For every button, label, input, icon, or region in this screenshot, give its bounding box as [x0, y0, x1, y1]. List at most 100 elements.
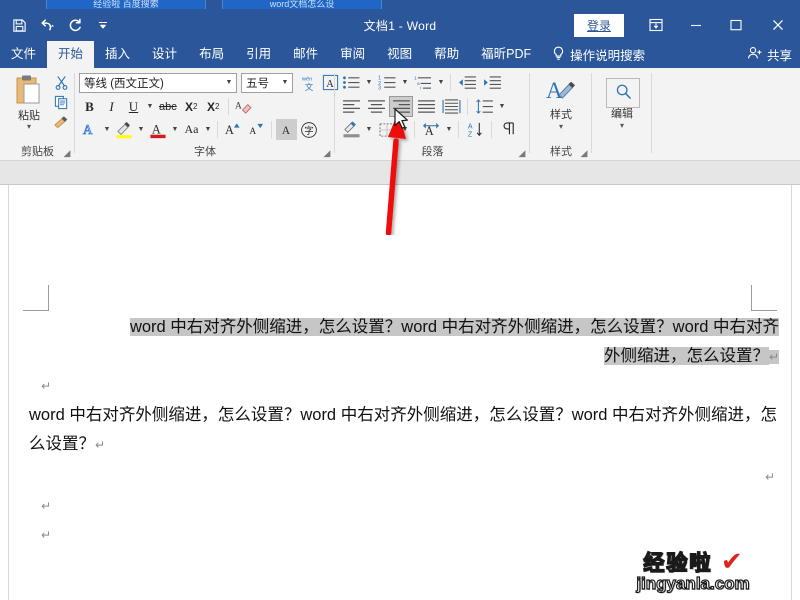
font-size-combo[interactable]: 五号 ▼: [241, 72, 293, 93]
format-painter-icon[interactable]: [50, 112, 72, 132]
paragraph-1-line-2: 外侧缩进，怎么设置？: [603, 347, 769, 365]
strikethrough-button[interactable]: abc: [156, 96, 180, 117]
styles-dropdown-arrow[interactable]: ▾: [530, 122, 592, 131]
bullets-dropdown-arrow[interactable]: ▼: [364, 79, 374, 86]
styles-button[interactable]: A 样式 ▾: [530, 74, 592, 131]
empty-paragraph-3[interactable]: ↵: [29, 521, 779, 550]
close-icon[interactable]: [756, 9, 800, 41]
text-effects-dropdown-arrow[interactable]: ▼: [102, 126, 112, 133]
divider: [217, 121, 218, 138]
ribbon-display-options-icon[interactable]: [636, 9, 676, 41]
paragraph-group-label: 段落: [421, 146, 444, 158]
paragraph-row-1: ▼ 123 ▼ 1ai ▼: [339, 72, 504, 93]
multilevel-dropdown-arrow[interactable]: ▼: [436, 79, 446, 86]
share-label: 共享: [766, 49, 792, 63]
text-effects-icon[interactable]: A: [79, 119, 101, 140]
tab-layout[interactable]: 布局: [188, 41, 235, 68]
tab-view[interactable]: 视图: [376, 41, 423, 68]
tab-home[interactable]: 开始: [47, 41, 95, 68]
editing-button[interactable]: 编辑 ▾: [592, 72, 652, 130]
underline-button[interactable]: U: [123, 96, 144, 117]
line-spacing-icon[interactable]: [472, 96, 496, 117]
tab-help[interactable]: 帮助: [423, 41, 470, 68]
styles-dialog-launcher[interactable]: ◢: [579, 148, 589, 158]
phonetic-guide-icon[interactable]: wén 文: [298, 72, 319, 93]
show-formatting-marks-icon[interactable]: [496, 119, 520, 140]
paragraph-1-mark: ↵: [768, 350, 779, 364]
underline-dropdown-arrow[interactable]: ▼: [145, 103, 155, 110]
tell-me-search[interactable]: 操作说明搜索: [542, 41, 655, 68]
empty-paragraph-2[interactable]: ↵: [29, 492, 779, 521]
subscript-button[interactable]: X2: [181, 96, 202, 117]
numbering-icon[interactable]: 123: [375, 72, 399, 93]
text-highlight-color-icon[interactable]: [113, 119, 135, 140]
browser-tab-1[interactable]: 经验啦 百度搜索: [46, 0, 206, 9]
italic-button[interactable]: I: [101, 96, 122, 117]
line-spacing-dropdown-arrow[interactable]: ▼: [497, 103, 507, 110]
align-left-button[interactable]: [339, 96, 363, 117]
tab-file[interactable]: 文件: [0, 41, 47, 68]
sort-icon[interactable]: AZ: [463, 119, 487, 140]
decrease-indent-icon[interactable]: [455, 72, 479, 93]
cut-icon[interactable]: [50, 72, 72, 92]
sign-in-button[interactable]: 登录: [573, 13, 624, 37]
bold-button[interactable]: B: [79, 96, 100, 117]
svg-text:3: 3: [378, 86, 381, 90]
svg-text:A: A: [225, 123, 234, 137]
browser-tab-2[interactable]: word文档怎么设: [222, 0, 382, 9]
divider: [271, 121, 272, 138]
font-row-3: A ▼ ▼ A ▼ Aa ▼ A A A 字: [79, 119, 320, 140]
multilevel-list-icon[interactable]: 1ai: [411, 72, 435, 93]
font-dialog-launcher[interactable]: ◢: [322, 148, 332, 158]
minimize-icon[interactable]: [676, 9, 716, 41]
bullets-icon[interactable]: [339, 72, 363, 93]
empty-paragraph-1[interactable]: ↵: [29, 372, 779, 401]
character-shading-icon[interactable]: A: [276, 119, 297, 140]
document-body[interactable]: word 中右对齐外侧缩进，怎么设置？word 中右对齐外侧缩进，怎么设置？wo…: [29, 313, 779, 550]
shading-icon[interactable]: [339, 119, 363, 140]
change-case-button[interactable]: Aa: [181, 119, 202, 140]
tab-foxit-pdf[interactable]: 福昕PDF: [470, 41, 542, 68]
svg-text:字: 字: [304, 124, 313, 136]
asian-layout-dropdown-arrow[interactable]: ▼: [444, 126, 454, 133]
highlight-dropdown-arrow[interactable]: ▼: [136, 126, 146, 133]
enclose-characters-icon[interactable]: 字: [298, 119, 320, 140]
paragraph-1[interactable]: word 中右对齐外侧缩进，怎么设置？word 中右对齐外侧缩进，怎么设置？wo…: [29, 313, 779, 372]
mouse-cursor: [394, 108, 408, 129]
paste-dropdown-arrow[interactable]: ▾: [8, 123, 50, 131]
clear-formatting-icon[interactable]: A: [233, 96, 255, 117]
tab-references[interactable]: 引用: [235, 41, 282, 68]
maximize-icon[interactable]: [716, 9, 756, 41]
numbering-dropdown-arrow[interactable]: ▼: [400, 79, 410, 86]
svg-text:A: A: [83, 122, 93, 137]
chevron-down-icon[interactable]: ▼: [278, 79, 292, 86]
change-case-dropdown-arrow[interactable]: ▼: [203, 126, 213, 133]
copy-icon[interactable]: [50, 92, 72, 112]
document-page[interactable]: word 中右对齐外侧缩进，怎么设置？word 中右对齐外侧缩进，怎么设置？wo…: [8, 185, 792, 600]
increase-indent-icon[interactable]: [480, 72, 504, 93]
paragraph-2[interactable]: word 中右对齐外侧缩进，怎么设置？word 中右对齐外侧缩进，怎么设置？wo…: [29, 401, 779, 460]
lightbulb-icon: [552, 46, 565, 64]
editing-dropdown-arrow[interactable]: ▾: [592, 121, 652, 130]
font-color-dropdown-arrow[interactable]: ▼: [170, 126, 180, 133]
tab-insert[interactable]: 插入: [94, 41, 141, 68]
superscript-button[interactable]: X2: [203, 96, 224, 117]
paragraph-dialog-launcher[interactable]: ◢: [517, 148, 527, 158]
paste-button[interactable]: 粘贴 ▾: [8, 72, 50, 131]
paste-label: 粘贴: [18, 110, 40, 122]
tab-mailings[interactable]: 邮件: [282, 41, 329, 68]
tab-design[interactable]: 设计: [141, 41, 188, 68]
shrink-font-icon[interactable]: A: [245, 119, 267, 140]
font-color-icon[interactable]: A: [147, 119, 169, 140]
font-name-combo[interactable]: 等线 (西文正文) ▼: [79, 72, 237, 93]
svg-text:文: 文: [305, 82, 314, 92]
font-row-2: B I U ▼ abc X2 X2 A: [79, 96, 255, 117]
asian-layout-icon[interactable]: A: [419, 119, 443, 140]
share-button[interactable]: 共享: [747, 41, 792, 68]
clipboard-dialog-launcher[interactable]: ◢: [62, 148, 72, 158]
document-area[interactable]: word 中右对齐外侧缩进，怎么设置？word 中右对齐外侧缩进，怎么设置？wo…: [0, 185, 800, 600]
tab-review[interactable]: 审阅: [329, 41, 376, 68]
grow-font-icon[interactable]: A: [222, 119, 244, 140]
distribute-button[interactable]: [439, 96, 463, 117]
chevron-down-icon[interactable]: ▼: [222, 79, 236, 86]
